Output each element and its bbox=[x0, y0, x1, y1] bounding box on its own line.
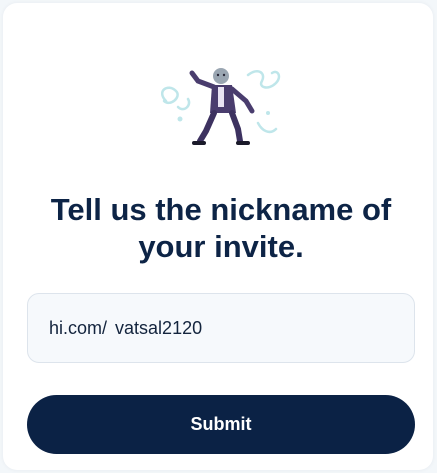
dancing-man-illustration-icon bbox=[160, 68, 281, 145]
invite-card: Tell us the nickname of your invite. hi.… bbox=[3, 3, 433, 470]
submit-button[interactable]: Submit bbox=[27, 395, 415, 454]
nickname-value[interactable]: vatsal2120 bbox=[115, 318, 202, 339]
url-prefix: hi.com/ bbox=[49, 317, 108, 338]
nickname-input[interactable]: hi.com/ vatsal2120 bbox=[27, 293, 415, 363]
page-title: Tell us the nickname of your invite. bbox=[50, 192, 392, 264]
